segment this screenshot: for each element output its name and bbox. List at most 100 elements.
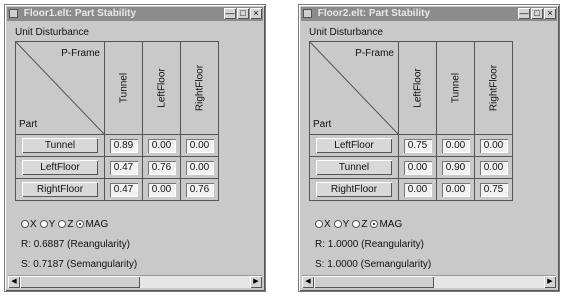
- part-row-button[interactable]: RightFloor: [316, 182, 392, 197]
- scroll-thumb[interactable]: [314, 276, 434, 288]
- radio-label: Z: [67, 219, 74, 230]
- radio-dot: [21, 220, 29, 228]
- radio-dot: [352, 220, 361, 228]
- value-cell: 0.76: [147, 160, 176, 175]
- radio-dot: [333, 220, 342, 228]
- window-body: Unit Disturbance P-Frame Part LeftFloor …: [303, 23, 555, 275]
- app-icon: [9, 9, 18, 18]
- radio-y[interactable]: Y: [39, 219, 56, 230]
- reangularity-text: R: 1.0000 (Reangularity): [315, 239, 424, 250]
- radio-z[interactable]: Z: [58, 219, 73, 230]
- column-header-label: RightFloor: [488, 64, 499, 112]
- corner-bottom-label: Part: [19, 119, 38, 130]
- horizontal-scrollbar[interactable]: ◀ ▶: [302, 275, 556, 288]
- radio-x[interactable]: X: [315, 219, 331, 230]
- radio-mag[interactable]: MAG: [370, 219, 402, 230]
- value-cell: 0.00: [403, 160, 432, 175]
- column-header: RightFloor: [474, 41, 513, 135]
- value-cell: 0.75: [479, 182, 508, 197]
- value-cell: 0.89: [109, 138, 138, 153]
- value-cell: 0.00: [147, 138, 176, 153]
- part-row-button[interactable]: RightFloor: [22, 182, 98, 197]
- window-floor2: Floor2.elt: Part Stability — □ × Unit Dist…: [298, 4, 560, 292]
- radio-y[interactable]: Y: [333, 219, 350, 230]
- part-row-button[interactable]: LeftFloor: [316, 138, 392, 153]
- radio-z[interactable]: Z: [352, 219, 367, 230]
- corner-cell: P-Frame Part: [15, 41, 105, 135]
- column-header-label: LeftFloor: [412, 68, 423, 108]
- value-cell: 0.00: [185, 160, 214, 175]
- value-cell: 0.00: [441, 138, 470, 153]
- table-row: LeftFloor 0.47 0.76 0.00: [15, 156, 219, 179]
- radio-x[interactable]: X: [21, 219, 37, 230]
- radio-dot: [39, 220, 48, 228]
- radio-dot: [315, 220, 323, 228]
- value-cell: 0.00: [441, 182, 470, 197]
- value-cell: 0.47: [109, 160, 138, 175]
- value-cell: 0.00: [479, 138, 508, 153]
- table-row: RightFloor 0.47 0.00 0.76: [15, 178, 219, 201]
- reangularity-text: R: 0.6887 (Reangularity): [21, 239, 130, 250]
- value-cell: 0.47: [109, 182, 138, 197]
- minimize-icon[interactable]: —: [224, 8, 236, 19]
- close-icon[interactable]: ×: [544, 8, 556, 19]
- part-row-button[interactable]: LeftFloor: [22, 160, 98, 175]
- app-icon: [303, 9, 312, 18]
- radio-dot-selected: [76, 220, 85, 228]
- column-header: RightFloor: [180, 41, 219, 135]
- maximize-icon[interactable]: □: [237, 8, 249, 19]
- value-cell: 0.76: [185, 182, 214, 197]
- radio-dot-selected: [370, 220, 379, 228]
- column-header: LeftFloor: [142, 41, 181, 135]
- semangularity-text: S: 0.7187 (Semangularity): [21, 259, 138, 270]
- radio-label: MAG: [85, 219, 109, 230]
- titlebar[interactable]: Floor1.elt: Part Stability — □ ×: [7, 7, 263, 21]
- scroll-right-icon[interactable]: ▶: [250, 276, 262, 288]
- scroll-thumb[interactable]: [20, 276, 140, 288]
- corner-top-label: P-Frame: [61, 48, 100, 59]
- scroll-left-icon[interactable]: ◀: [302, 276, 314, 288]
- radio-label: Y: [342, 219, 350, 230]
- window-body: Unit Disturbance P-Frame Part Tunnel Lef…: [9, 23, 261, 275]
- value-cell: 0.00: [185, 138, 214, 153]
- column-header: Tunnel: [436, 41, 475, 135]
- part-row-button[interactable]: Tunnel: [22, 138, 98, 153]
- section-label: Unit Disturbance: [15, 27, 89, 38]
- column-header-label: Tunnel: [450, 72, 461, 104]
- horizontal-scrollbar[interactable]: ◀ ▶: [8, 275, 262, 288]
- column-header-label: LeftFloor: [156, 68, 167, 108]
- minimize-icon[interactable]: —: [518, 8, 530, 19]
- corner-top-label: P-Frame: [355, 48, 394, 59]
- radio-dot: [58, 220, 67, 228]
- stability-table: P-Frame Part Tunnel LeftFloor RightFloor…: [15, 41, 219, 201]
- value-cell: 0.00: [479, 160, 508, 175]
- section-label: Unit Disturbance: [309, 27, 383, 38]
- radio-label: Z: [361, 219, 368, 230]
- radio-label: X: [30, 219, 37, 230]
- table-row: Tunnel 0.89 0.00 0.00: [15, 134, 219, 157]
- stability-table: P-Frame Part LeftFloor Tunnel RightFloor…: [309, 41, 513, 201]
- scroll-right-icon[interactable]: ▶: [544, 276, 556, 288]
- value-cell: 0.75: [403, 138, 432, 153]
- semangularity-text: S: 1.0000 (Semangularity): [315, 259, 432, 270]
- window-title: Floor2.elt: Part Stability: [317, 8, 431, 19]
- table-row: Tunnel 0.00 0.90 0.00: [309, 156, 513, 179]
- scroll-left-icon[interactable]: ◀: [8, 276, 20, 288]
- window-floor1: Floor1.elt: Part Stability — □ × Unit Dist…: [4, 4, 266, 292]
- column-header-label: Tunnel: [118, 72, 129, 104]
- axis-radio-group: X Y Z MAG: [315, 219, 405, 230]
- window-title: Floor1.elt: Part Stability: [23, 8, 137, 19]
- maximize-icon[interactable]: □: [531, 8, 543, 19]
- close-icon[interactable]: ×: [250, 8, 262, 19]
- part-row-button[interactable]: Tunnel: [316, 160, 392, 175]
- column-header: LeftFloor: [398, 41, 437, 135]
- titlebar[interactable]: Floor2.elt: Part Stability — □ ×: [301, 7, 557, 21]
- radio-mag[interactable]: MAG: [76, 219, 108, 230]
- axis-radio-group: X Y Z MAG: [21, 219, 111, 230]
- table-row: LeftFloor 0.75 0.00 0.00: [309, 134, 513, 157]
- table-row: RightFloor 0.00 0.00 0.75: [309, 178, 513, 201]
- value-cell: 0.00: [403, 182, 432, 197]
- radio-label: Y: [48, 219, 56, 230]
- column-header-label: RightFloor: [194, 64, 205, 112]
- column-header: Tunnel: [104, 41, 143, 135]
